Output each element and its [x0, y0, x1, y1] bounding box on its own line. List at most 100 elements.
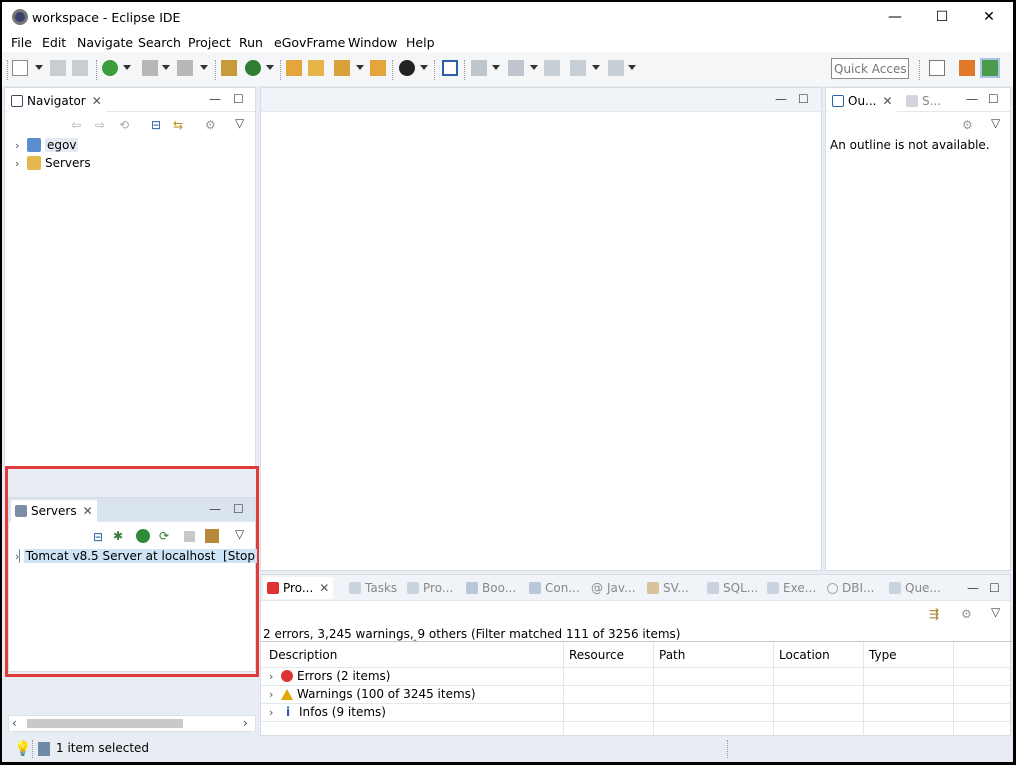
scroll-left-icon[interactable]: ‹ — [12, 716, 17, 730]
save-all-icon[interactable] — [72, 60, 88, 76]
user-icon[interactable] — [399, 60, 415, 76]
horizontal-scrollbar[interactable]: ‹ › — [8, 715, 256, 732]
close-icon[interactable]: ✕ — [92, 94, 102, 108]
column-path[interactable]: Path — [659, 648, 685, 662]
tab-second[interactable]: S... — [902, 90, 945, 112]
view-menu-icon[interactable]: ▽ — [991, 116, 1000, 130]
debug-server-icon[interactable]: ✱ — [113, 529, 123, 543]
tree-item-tomcat[interactable]: › Tomcat v8.5 Server at localhost [Stop — [15, 549, 257, 563]
chevron-down-icon[interactable] — [266, 65, 274, 70]
menu-navigate[interactable]: Navigate — [77, 35, 133, 50]
tree-item-servers[interactable]: › Servers — [15, 156, 91, 170]
maximize-icon[interactable]: ☐ — [233, 502, 244, 516]
chevron-right-icon[interactable]: › — [269, 688, 281, 701]
maximize-icon[interactable]: ☐ — [989, 581, 1000, 595]
maximize-icon[interactable]: ☐ — [798, 92, 809, 106]
filter-icon[interactable]: ⚙ — [962, 118, 973, 132]
chevron-right-icon[interactable]: › — [15, 139, 27, 152]
chevron-down-icon[interactable] — [200, 65, 208, 70]
minimize-icon[interactable]: — — [209, 502, 221, 516]
column-type[interactable]: Type — [869, 648, 897, 662]
terminate-icon[interactable] — [142, 60, 158, 76]
chevron-right-icon[interactable]: › — [269, 670, 281, 683]
tab-navigator[interactable]: Navigator ✕ — [7, 90, 106, 112]
tab-dbi[interactable]: DBI... — [823, 577, 878, 599]
java-ee-perspective-icon[interactable] — [959, 60, 975, 76]
back-icon[interactable] — [570, 60, 586, 76]
new-package-icon[interactable] — [221, 60, 237, 76]
chevron-down-icon[interactable] — [356, 65, 364, 70]
new-icon[interactable] — [12, 60, 28, 76]
column-resource[interactable]: Resource — [569, 648, 624, 662]
last-edit-icon[interactable] — [544, 60, 560, 76]
menu-run[interactable]: Run — [239, 35, 263, 50]
forward-icon[interactable] — [608, 60, 624, 76]
run-icon[interactable] — [245, 60, 261, 76]
minimize-icon[interactable]: — — [775, 92, 787, 106]
maximize-button[interactable]: ☐ — [919, 2, 965, 32]
profile-server-icon[interactable]: ⟳ — [159, 529, 169, 543]
filter-icon[interactable]: ⚙ — [961, 607, 972, 621]
quick-access-input[interactable] — [831, 58, 909, 79]
egov-perspective-icon[interactable] — [980, 58, 1000, 78]
menu-edit[interactable]: Edit — [42, 35, 66, 50]
menu-project[interactable]: Project — [188, 35, 231, 50]
up-icon[interactable]: ⟲ — [119, 118, 129, 132]
chevron-right-icon[interactable]: › — [15, 157, 27, 170]
tab-query[interactable]: Que... — [885, 577, 945, 599]
column-description[interactable]: Description — [269, 648, 337, 662]
forward-icon[interactable]: ⇨ — [95, 118, 105, 132]
close-button[interactable]: ✕ — [966, 2, 1012, 32]
chevron-right-icon[interactable]: › — [269, 706, 281, 719]
link-editor-icon[interactable]: ⇆ — [173, 118, 183, 132]
maximize-icon[interactable]: ☐ — [988, 92, 999, 106]
close-icon[interactable]: ✕ — [83, 504, 93, 518]
tab-bookmarks[interactable]: Boo... — [462, 577, 520, 599]
menu-search[interactable]: Search — [138, 35, 181, 50]
tree-item-egov[interactable]: › egov — [15, 138, 79, 152]
tab-svn[interactable]: SV... — [643, 577, 693, 599]
minimize-button[interactable]: — — [872, 2, 918, 32]
filter-icon[interactable]: ⚙ — [205, 118, 216, 132]
maximize-icon[interactable]: ☐ — [233, 92, 244, 106]
menu-window[interactable]: Window — [348, 35, 397, 50]
problem-row-errors[interactable]: › Errors (2 items) — [269, 669, 391, 683]
chevron-down-icon[interactable] — [35, 65, 43, 70]
publish-icon[interactable] — [205, 529, 219, 543]
tab-servers[interactable]: Servers ✕ — [11, 500, 97, 522]
menu-egovframe[interactable]: eGovFrame — [274, 35, 345, 50]
chevron-down-icon[interactable] — [492, 65, 500, 70]
skip-breakpoints-icon[interactable] — [102, 60, 118, 76]
scroll-right-icon[interactable]: › — [243, 716, 248, 730]
start-server-icon[interactable] — [136, 529, 150, 543]
monitor-icon[interactable] — [442, 60, 458, 76]
tab-tasks[interactable]: Tasks — [345, 577, 401, 599]
view-menu-icon[interactable]: ▽ — [235, 527, 244, 541]
tab-sql[interactable]: SQL... — [703, 577, 762, 599]
chevron-down-icon[interactable] — [420, 65, 428, 70]
chevron-down-icon[interactable] — [592, 65, 600, 70]
collapse-all-icon[interactable]: ⊟ — [93, 530, 103, 544]
disconnect-icon[interactable] — [177, 60, 193, 76]
chevron-down-icon[interactable] — [530, 65, 538, 70]
folder-icon[interactable] — [370, 60, 386, 76]
save-icon[interactable] — [50, 60, 66, 76]
minimize-icon[interactable]: — — [209, 92, 221, 106]
prev-annotation-icon[interactable] — [508, 60, 524, 76]
menu-help[interactable]: Help — [406, 35, 435, 50]
minimize-icon[interactable]: — — [966, 92, 978, 106]
close-icon[interactable]: ✕ — [319, 581, 329, 595]
back-icon[interactable]: ⇦ — [71, 118, 81, 132]
stop-server-icon[interactable] — [184, 531, 195, 542]
tab-console[interactable]: Con... — [525, 577, 584, 599]
tab-javadoc[interactable]: @ Jav... — [587, 577, 640, 599]
open-perspective-icon[interactable] — [929, 60, 945, 76]
collapse-all-icon[interactable]: ⊟ — [151, 118, 161, 132]
tab-problems[interactable]: Pro... ✕ — [263, 577, 334, 599]
tab-outline[interactable]: Ou... ✕ — [828, 90, 897, 112]
tab-properties[interactable]: Pro... — [403, 577, 457, 599]
chevron-down-icon[interactable] — [123, 65, 131, 70]
column-location[interactable]: Location — [779, 648, 830, 662]
open-folder-icon[interactable] — [308, 60, 324, 76]
chevron-down-icon[interactable] — [628, 65, 636, 70]
